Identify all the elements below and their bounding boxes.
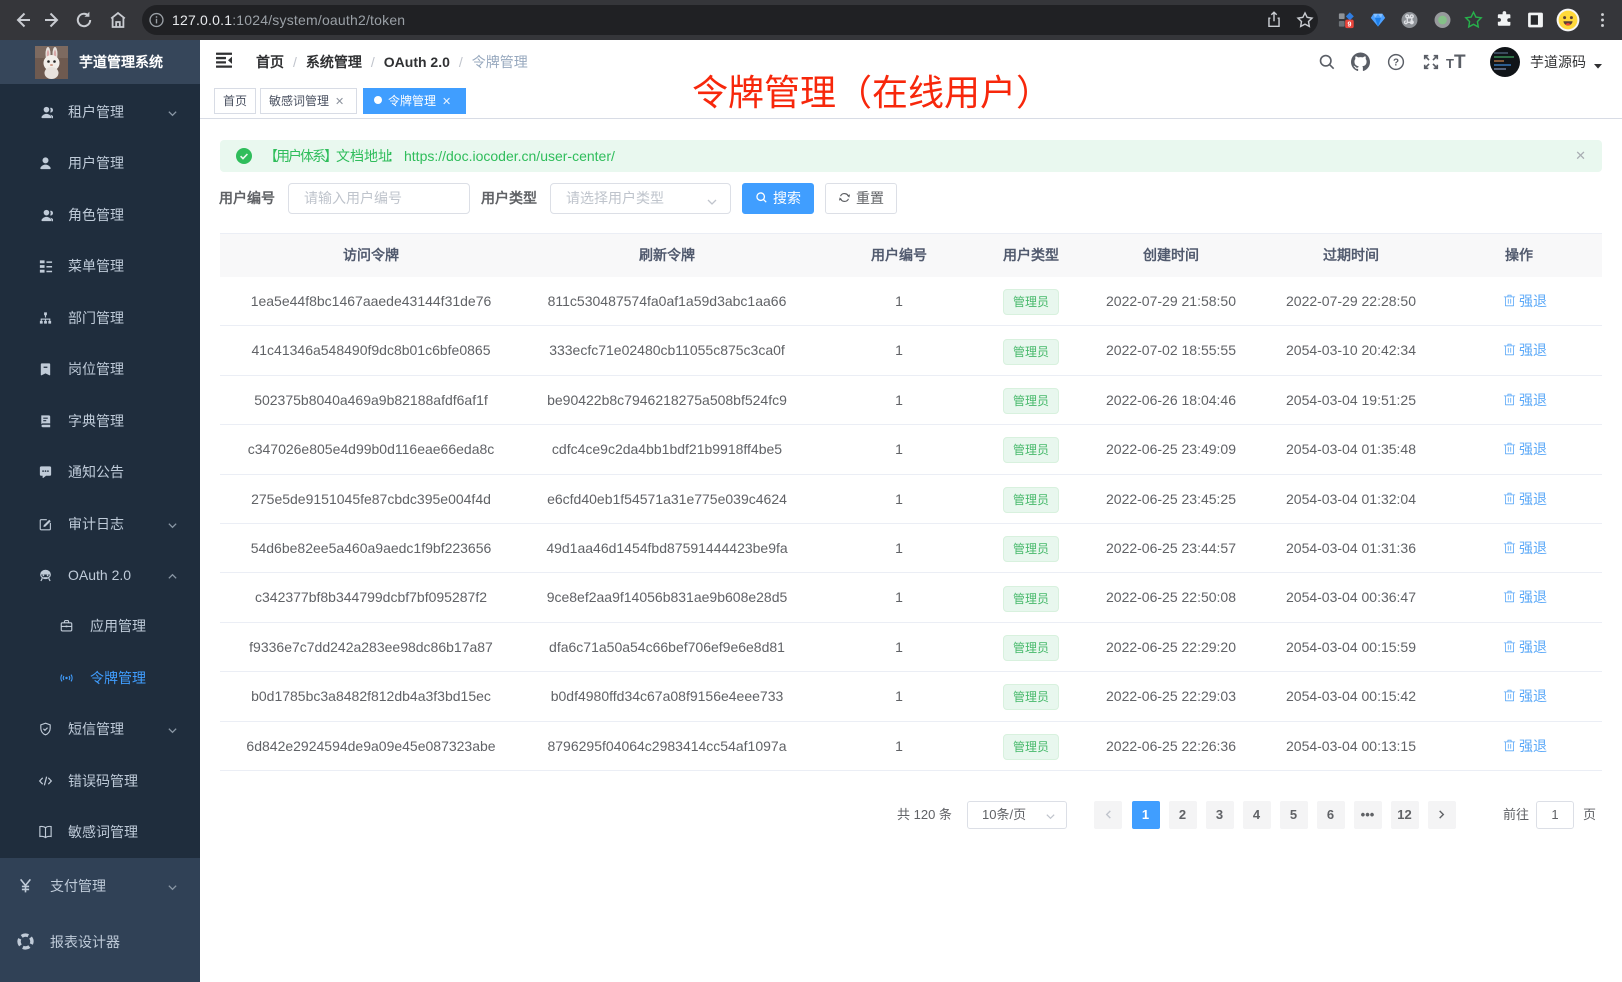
svg-text:9: 9 <box>1347 21 1351 28</box>
svg-text:T: T <box>1454 52 1466 72</box>
svg-text:T: T <box>1446 56 1454 71</box>
svg-text:?: ? <box>1393 58 1399 69</box>
